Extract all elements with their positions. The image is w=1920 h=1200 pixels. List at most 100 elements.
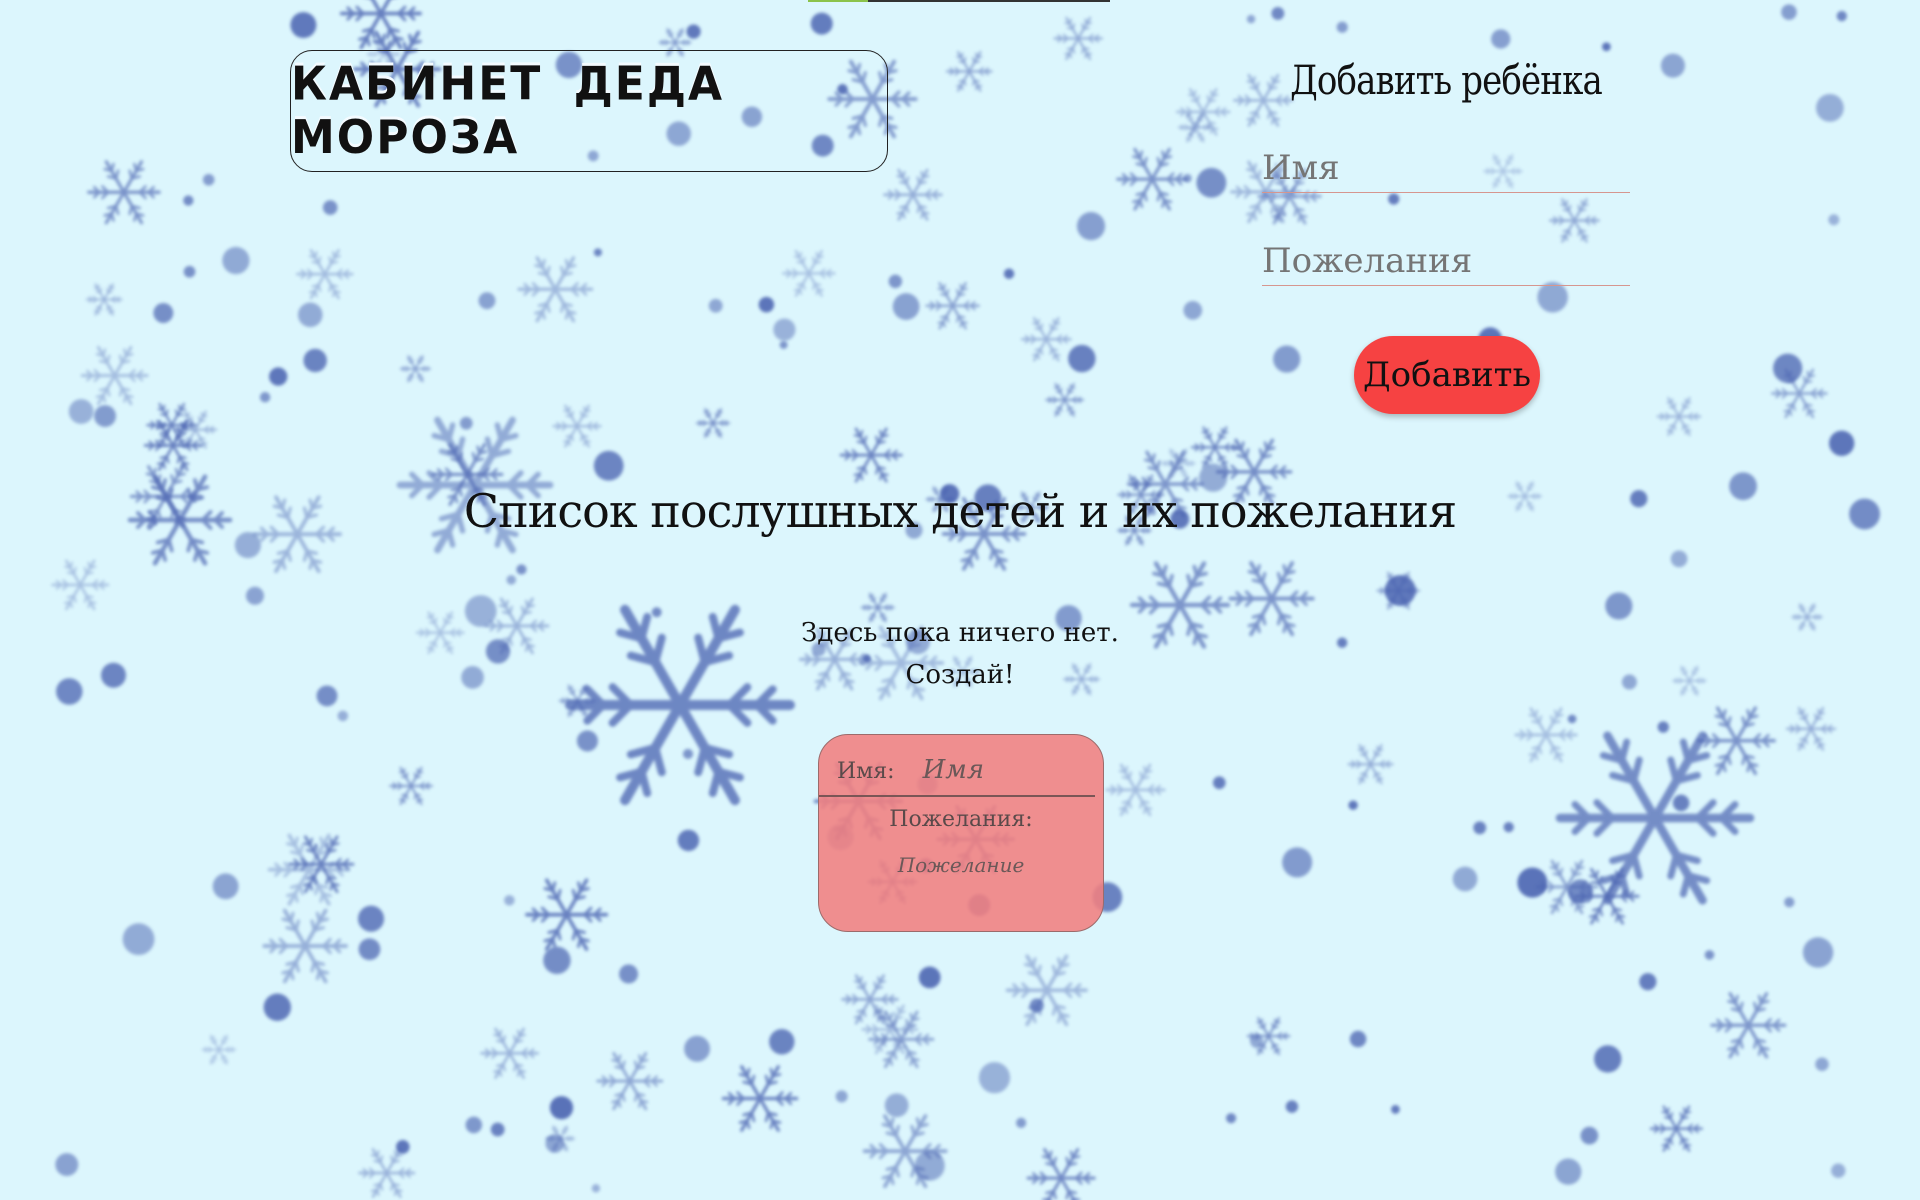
- snowflake-icon: [262, 908, 348, 984]
- snow-dot: [1704, 950, 1715, 960]
- snow-dot: [1285, 1100, 1299, 1113]
- snow-dot: [1196, 167, 1227, 198]
- child-wishes-input[interactable]: [1262, 241, 1630, 286]
- snow-dot: [1491, 29, 1511, 49]
- snow-dot: [1016, 1117, 1027, 1128]
- snow-dot: [810, 12, 833, 35]
- snow-dot: [263, 993, 292, 1021]
- snow-dot: [1282, 847, 1313, 878]
- snow-dot: [1567, 714, 1577, 724]
- snow-dot: [269, 367, 288, 386]
- snow-dot: [918, 966, 941, 989]
- snow-dot: [593, 450, 624, 481]
- snowflake-icon: [87, 160, 161, 225]
- children-list-title: Список послушных детей и их пожелания: [463, 484, 1457, 538]
- snow-dot: [94, 405, 116, 427]
- snow-dot: [290, 12, 317, 38]
- snow-dot: [1384, 575, 1416, 606]
- snow-dot: [212, 873, 239, 900]
- snow-dot: [1391, 1105, 1400, 1114]
- snow-dot: [1503, 821, 1514, 833]
- snow-dot: [1605, 592, 1633, 620]
- snow-dot: [1784, 897, 1795, 908]
- snowflake-icon: [80, 345, 149, 406]
- snow-dot: [478, 292, 496, 310]
- snowflake-icon: [1656, 396, 1702, 437]
- snow-dot: [357, 905, 385, 932]
- snowflake-icon: [1105, 763, 1166, 817]
- snowflake-icon: [1020, 317, 1072, 362]
- snow-dot: [1029, 998, 1044, 1013]
- snow-dot: [459, 416, 473, 430]
- snow-dot: [1657, 721, 1669, 733]
- snow-dot: [779, 340, 788, 349]
- snowflake-icon: [925, 282, 980, 330]
- snowflake-icon: [721, 1065, 799, 1132]
- snow-dot: [1226, 1113, 1237, 1124]
- snow-dot: [543, 946, 571, 975]
- child-name-input[interactable]: [1262, 148, 1630, 193]
- snowflake-icon: [839, 427, 903, 483]
- snowflake-icon: [1116, 147, 1189, 211]
- snowflake-icon: [883, 168, 943, 221]
- snow-dot: [395, 1140, 410, 1154]
- snowflake-icon: [517, 256, 594, 323]
- snow-dot: [1836, 10, 1847, 22]
- snowflake-background: [51, 0, 1881, 1200]
- snow-dot: [1003, 268, 1015, 279]
- snow-dot: [490, 1122, 505, 1137]
- snow-dot: [682, 748, 694, 760]
- snow-dot: [1670, 550, 1688, 568]
- snow-dot: [593, 248, 603, 257]
- card-wishes-label: Пожелания:: [889, 807, 1033, 832]
- snow-dot: [545, 1134, 565, 1153]
- snow-dot: [202, 173, 215, 186]
- snowflake-icon: [1710, 992, 1787, 1059]
- snow-dot: [1349, 1030, 1367, 1048]
- snow-dot: [1773, 353, 1803, 383]
- snow-dot: [884, 1093, 909, 1118]
- card-name-label: Имя:: [837, 759, 895, 784]
- site-logo[interactable]: КАБИНЕТ ДЕДА МОРОЗА: [290, 50, 888, 172]
- snow-dot: [758, 296, 775, 313]
- snowflake-icon: [358, 1148, 416, 1198]
- snow-dot: [1594, 1045, 1622, 1073]
- snow-dot: [892, 293, 920, 320]
- snow-dot: [619, 964, 639, 984]
- snowflake-icon: [861, 1004, 919, 1055]
- snowflake-icon: [552, 404, 602, 448]
- snow-dot: [68, 399, 94, 424]
- snowflake-icon: [1005, 954, 1088, 1027]
- snowflake-icon: [1697, 706, 1776, 776]
- snow-dot: [1829, 430, 1855, 456]
- snow-dot: [1781, 4, 1797, 20]
- snow-dot: [1183, 173, 1192, 183]
- snow-dot: [1212, 776, 1226, 790]
- snow-dot: [708, 298, 723, 313]
- snow-dot: [245, 586, 264, 605]
- snow-dot: [183, 265, 196, 278]
- top-progress-strip: [808, 0, 1110, 2]
- snow-dot: [549, 1096, 574, 1120]
- card-divider: [819, 795, 1095, 797]
- snow-dot: [516, 564, 527, 575]
- add-child-button[interactable]: Добавить: [1354, 336, 1540, 414]
- snowflake-icon: [1555, 731, 1755, 905]
- snow-dot: [1555, 1158, 1582, 1185]
- snowflake-icon: [945, 51, 993, 92]
- snow-dot: [1802, 937, 1834, 968]
- snow-dot: [835, 1090, 848, 1103]
- sample-child-card: Имя: Имя Пожелания: Пожелание: [818, 734, 1104, 932]
- logo-text: КАБИНЕТ ДЕДА МОРОЗА: [291, 57, 725, 165]
- snow-dot: [153, 303, 174, 323]
- empty-list-message: Здесь пока ничего нет.: [801, 618, 1119, 648]
- snow-dot: [1639, 973, 1657, 991]
- snowflake-icon: [201, 1034, 237, 1065]
- snow-dot: [888, 274, 903, 289]
- snowflake-icon: [85, 283, 123, 316]
- snow-dot: [914, 1150, 945, 1181]
- snow-dot: [651, 607, 662, 618]
- snowflake-icon: [695, 408, 731, 439]
- snow-dot: [1250, 1034, 1264, 1048]
- snow-dot: [1815, 1057, 1829, 1072]
